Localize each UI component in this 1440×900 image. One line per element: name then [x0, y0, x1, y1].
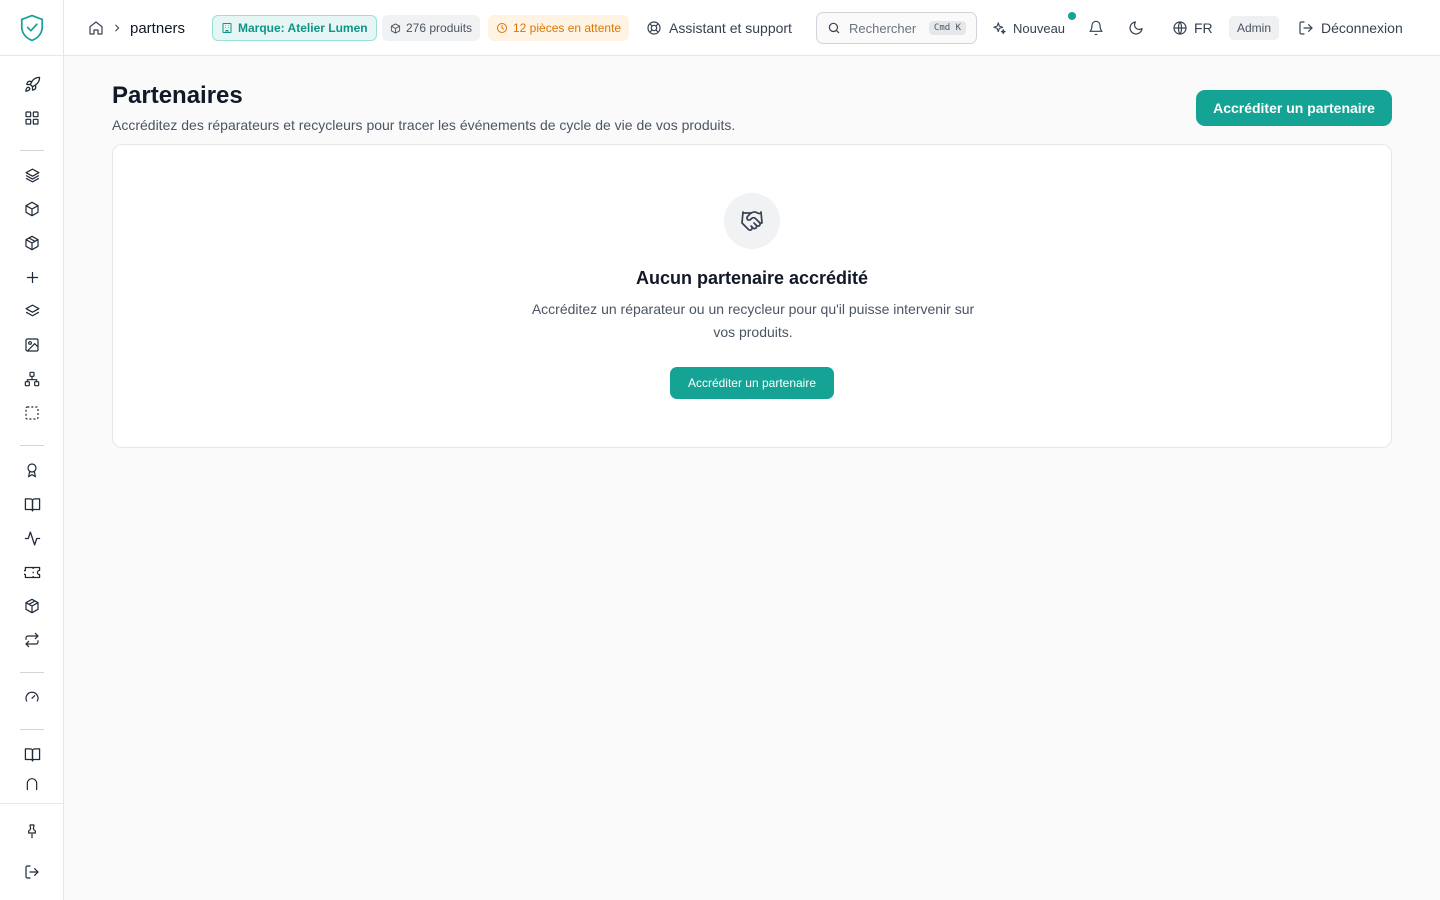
box-icon: [390, 22, 401, 34]
sidebar-footer-divider: [0, 803, 63, 804]
page-title: Partenaires: [112, 82, 243, 109]
new-indicator-dot: [1068, 12, 1076, 20]
repeat-icon[interactable]: [20, 628, 44, 652]
search-shortcut: Cmd K: [928, 21, 966, 35]
sidebar-divider: [20, 445, 44, 446]
award-icon[interactable]: [20, 458, 44, 482]
shield-check-icon: [20, 14, 43, 42]
gauge-icon[interactable]: [20, 685, 44, 709]
breadcrumb-current: partners: [130, 19, 186, 37]
logout-button[interactable]: Déconnexion: [1298, 20, 1403, 36]
pin-icon[interactable]: [20, 819, 44, 843]
support-label: Assistant et support: [669, 20, 792, 36]
empty-state-card: Aucun partenaire accrédité Accréditez un…: [112, 144, 1392, 448]
bell-icon[interactable]: [1088, 20, 1104, 36]
arch-icon[interactable]: [20, 776, 44, 790]
search-icon: [827, 21, 841, 35]
products-count-label: 276 produits: [406, 21, 473, 35]
search-input[interactable]: Rechercher Cmd K: [816, 12, 977, 44]
book-icon[interactable]: [20, 492, 44, 516]
sidebar-divider: [20, 729, 44, 730]
package-icon[interactable]: [20, 594, 44, 618]
activity-icon[interactable]: [20, 526, 44, 550]
brand-pill-label: Marque: Atelier Lumen: [238, 21, 368, 35]
sidebar-divider: [20, 150, 44, 151]
dashboard-icon[interactable]: [20, 106, 44, 130]
plus-icon[interactable]: [20, 265, 44, 289]
language-label: FR: [1194, 20, 1213, 36]
sidebar-divider: [20, 672, 44, 673]
app-logo[interactable]: [0, 0, 63, 56]
whats-new-label: Nouveau: [1013, 20, 1066, 36]
top-header: partners Marque: Atelier Lumen 276 produ…: [64, 0, 1440, 56]
handshake-icon: [724, 193, 780, 249]
ticket-icon[interactable]: [20, 560, 44, 584]
sidebar-header-divider: [0, 55, 63, 56]
brand-pill[interactable]: Marque: Atelier Lumen: [212, 15, 377, 41]
cube-filled-icon[interactable]: [20, 231, 44, 255]
clock-icon: [496, 22, 508, 34]
page-subtitle: Accréditez des réparateurs et recycleurs…: [112, 117, 736, 133]
layers-stack-icon[interactable]: [20, 299, 44, 323]
rocket-icon[interactable]: [20, 72, 44, 96]
empty-state-description: Accréditez un réparateur ou un recycleur…: [531, 301, 975, 340]
home-icon[interactable]: [88, 20, 104, 36]
dashed-square-icon[interactable]: [20, 401, 44, 425]
empty-state-title: Aucun partenaire accrédité: [635, 268, 869, 288]
hierarchy-icon[interactable]: [20, 367, 44, 391]
breadcrumb: partners: [88, 0, 185, 56]
globe-icon: [1172, 20, 1188, 36]
products-count-pill[interactable]: 276 produits: [382, 15, 481, 41]
chevron-right-icon: [112, 23, 122, 33]
layers-icon[interactable]: [20, 163, 44, 187]
whats-new-button[interactable]: Nouveau: [992, 21, 1065, 36]
building-icon: [221, 22, 233, 34]
logout-icon[interactable]: [20, 860, 44, 884]
moon-icon[interactable]: [1128, 20, 1144, 36]
image-icon[interactable]: [20, 333, 44, 357]
support-link[interactable]: Assistant et support: [646, 20, 792, 36]
book-open-icon[interactable]: [20, 742, 44, 766]
logout-icon: [1298, 20, 1314, 36]
cube-icon[interactable]: [20, 197, 44, 221]
pending-parts-pill[interactable]: 12 pièces en attente: [488, 15, 630, 41]
sidebar: [0, 0, 64, 900]
pending-parts-label: 12 pièces en attente: [513, 21, 622, 35]
language-switcher[interactable]: FR: [1172, 20, 1213, 36]
lifebuoy-icon: [646, 20, 662, 36]
sparkles-icon: [992, 21, 1007, 36]
accredit-partner-button[interactable]: Accréditer un partenaire: [1196, 90, 1392, 126]
logout-label: Déconnexion: [1321, 20, 1403, 36]
role-badge: Admin: [1229, 16, 1280, 40]
empty-state-accredit-button[interactable]: Accréditer un partenaire: [670, 367, 834, 399]
search-placeholder: Rechercher: [849, 20, 917, 36]
